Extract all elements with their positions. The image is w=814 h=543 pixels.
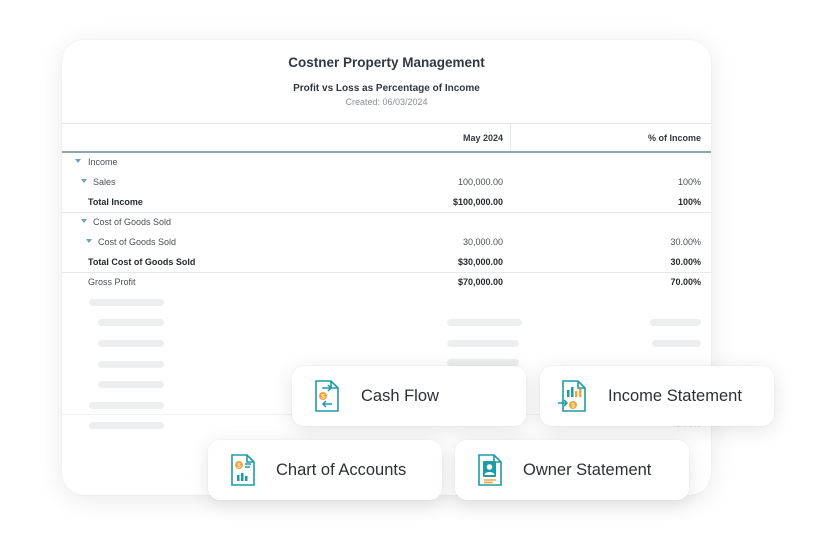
- report-title: Profit vs Loss as Percentage of Income: [293, 83, 480, 94]
- row-label: Gross Profit: [88, 277, 136, 287]
- placeholder-bar: [652, 340, 701, 347]
- chart-of-accounts-card[interactable]: $ Chart of Accounts: [208, 440, 442, 500]
- collapse-triangle-icon[interactable]: [75, 159, 81, 163]
- row-value-month: $70,000.00: [457, 277, 503, 287]
- row-value-month: 30,000.00: [462, 237, 503, 247]
- column-header-row: May 2024 % of Income: [62, 123, 711, 153]
- row-label: Cost of Goods Sold: [93, 217, 172, 227]
- placeholder-bar: [650, 319, 701, 326]
- placeholder-bar: [98, 340, 164, 347]
- row-label: Cost of Goods Sold: [98, 237, 177, 247]
- income-statement-icon: $: [558, 380, 586, 412]
- column-header-month: May 2024: [462, 133, 503, 143]
- placeholder-bar: [447, 340, 519, 347]
- income-statement-card[interactable]: $ Income Statement: [540, 366, 774, 426]
- owner-statement-icon: [478, 454, 502, 486]
- column-header-percent: % of Income: [647, 133, 701, 143]
- row-label: Income: [88, 157, 118, 167]
- row-cogs[interactable]: Cost of Goods Sold 30,000.00 30.00%: [62, 232, 711, 252]
- row-value-percent: 30.00%: [670, 257, 701, 267]
- column-header-divider: [62, 124, 511, 151]
- placeholder-bar: [89, 402, 164, 409]
- row-label: Total Income: [88, 197, 143, 207]
- row-gross-profit: Gross Profit $70,000.00 70.00%: [62, 272, 711, 292]
- row-label: Total Cost of Goods Sold: [88, 257, 196, 267]
- row-sales[interactable]: Sales 100,000.00 100%: [62, 172, 711, 192]
- income-statement-label: Income Statement: [608, 387, 742, 405]
- collapse-triangle-icon[interactable]: [81, 219, 87, 223]
- collapse-triangle-icon[interactable]: [86, 239, 92, 243]
- row-value-month: 100,000.00: [457, 177, 503, 187]
- owner-statement-card[interactable]: Owner Statement: [455, 440, 689, 500]
- row-income[interactable]: Income: [62, 152, 711, 172]
- row-value-percent: 100%: [677, 197, 701, 207]
- row-value-month: $30,000.00: [457, 257, 503, 267]
- row-label: Sales: [93, 177, 116, 187]
- report-panel: Costner Property Management Profit vs Lo…: [62, 40, 711, 495]
- row-value-percent: 30.00%: [670, 237, 701, 247]
- placeholder-bar: [98, 319, 164, 326]
- cash-flow-card[interactable]: $ Cash Flow: [292, 366, 526, 426]
- company-name: Costner Property Management: [288, 55, 485, 70]
- chart-of-accounts-icon: $: [231, 454, 255, 486]
- cash-flow-label: Cash Flow: [361, 387, 439, 405]
- placeholder-bar: [89, 299, 164, 306]
- owner-statement-label: Owner Statement: [523, 461, 652, 479]
- row-value-percent: 100%: [677, 177, 701, 187]
- placeholder-bar: [89, 422, 164, 429]
- cash-flow-icon: $: [315, 380, 339, 412]
- placeholder-bar: [447, 359, 519, 366]
- row-total-income: Total Income $100,000.00 100%: [62, 192, 711, 212]
- row-value-percent: 70.00%: [670, 277, 701, 287]
- placeholder-bar: [98, 381, 164, 388]
- chart-of-accounts-label: Chart of Accounts: [276, 461, 407, 479]
- row-total-cogs: Total Cost of Goods Sold $30,000.00 30.0…: [62, 252, 711, 272]
- row-value-month: $100,000.00: [452, 197, 503, 207]
- placeholder-bar: [98, 361, 164, 368]
- row-cogs-group[interactable]: Cost of Goods Sold: [62, 212, 711, 232]
- collapse-triangle-icon[interactable]: [81, 179, 87, 183]
- placeholder-bar: [447, 319, 522, 326]
- created-date: Created: 06/03/2024: [345, 97, 428, 107]
